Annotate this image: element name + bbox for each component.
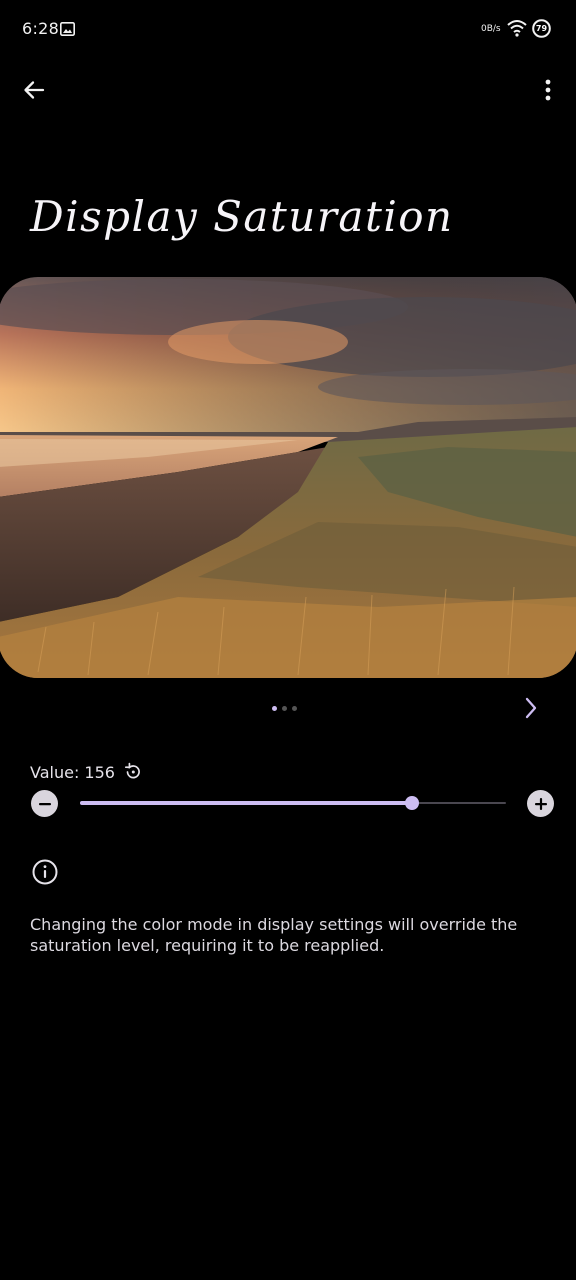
minus-icon <box>38 802 51 805</box>
saturation-value-row: Value: 156 <box>30 762 143 782</box>
display-saturation-screen: 6:28 0B/s 79 Display Saturation Value: 1… <box>0 0 576 1280</box>
next-preview-button[interactable] <box>514 690 548 726</box>
arrow-back-icon <box>24 81 45 99</box>
battery-level: 79 <box>535 24 548 33</box>
plus-icon <box>534 797 547 810</box>
status-time: 6:28 <box>22 19 60 38</box>
slider-thumb[interactable] <box>405 796 420 810</box>
slider-fill <box>80 801 413 805</box>
preview-page-indicator <box>272 704 306 712</box>
page-dot <box>282 705 287 711</box>
status-bar: 6:28 0B/s 79 <box>0 0 576 58</box>
wifi-icon <box>507 20 527 37</box>
preview-image[interactable] <box>0 277 576 678</box>
saturation-value-label: Value: 156 <box>30 762 115 782</box>
more-options-button[interactable] <box>528 70 568 110</box>
more-vert-icon <box>545 79 551 101</box>
page-title: Display Saturation <box>30 192 454 241</box>
chevron-right-icon <box>525 697 537 719</box>
decrease-button[interactable] <box>31 790 58 817</box>
reset-icon[interactable] <box>123 762 143 782</box>
back-button[interactable] <box>14 70 54 110</box>
page-dot-active <box>272 705 277 711</box>
increase-button[interactable] <box>527 790 554 817</box>
landscape-preview-illustration <box>0 277 576 678</box>
info-icon <box>32 859 58 885</box>
info-text: Changing the color mode in display setti… <box>30 915 518 955</box>
saturation-slider[interactable] <box>80 792 506 814</box>
page-dot <box>292 705 297 711</box>
gallery-icon <box>60 22 75 36</box>
network-speed: 0B/s <box>481 24 501 34</box>
